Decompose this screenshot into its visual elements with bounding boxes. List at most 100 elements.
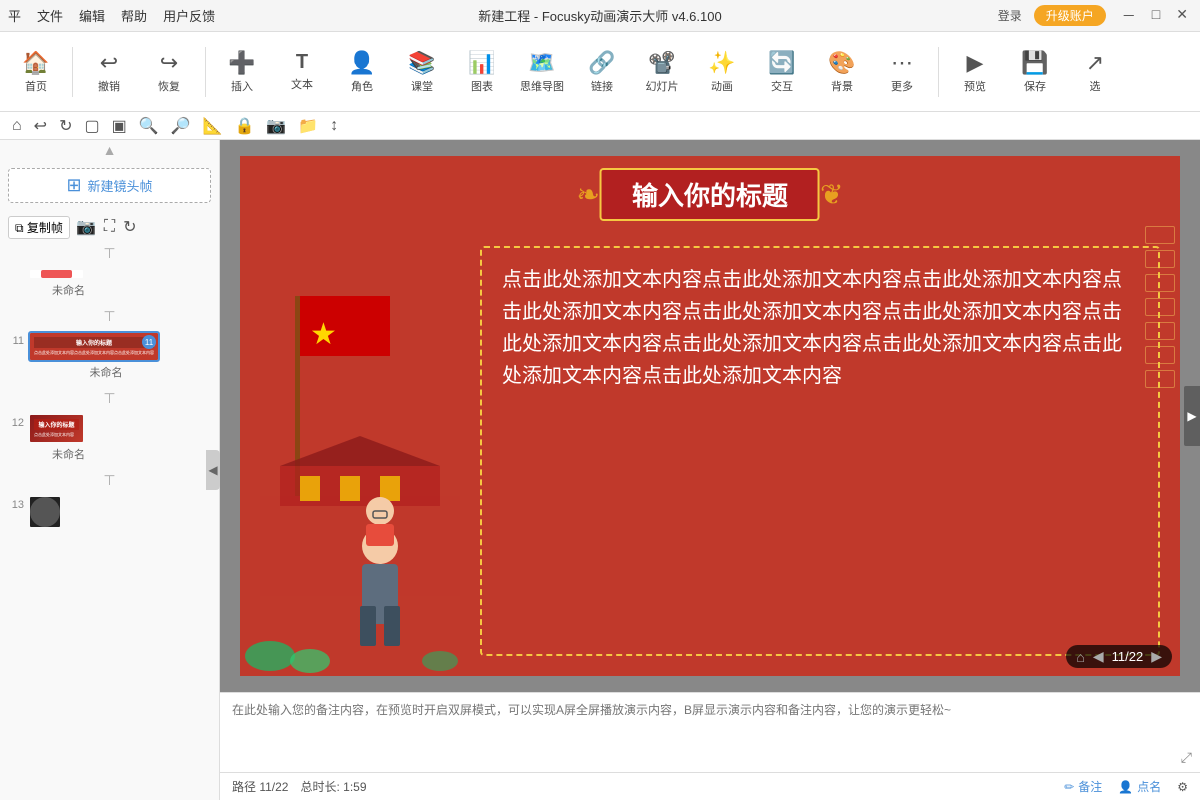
tool-background[interactable]: 🎨 背景 (814, 37, 870, 107)
tool-home[interactable]: 🏠 首页 (8, 37, 64, 107)
preview-icon: ▶ (967, 50, 984, 76)
page-number-text: 11/22 (1112, 649, 1144, 664)
toolbar-divider-2 (205, 47, 206, 97)
separator-icon-4: ⊤ (103, 472, 115, 489)
slide-number-11: 11 (4, 331, 24, 347)
close-button[interactable]: ✕ (1172, 6, 1192, 26)
tool-icon-fit[interactable]: ↕ (326, 115, 342, 137)
slide-item-10[interactable]: 未命名 (0, 264, 219, 306)
tool-select[interactable]: ↗ 选 (1067, 37, 1123, 107)
scroll-up-icon[interactable]: ▲ (103, 142, 117, 158)
frame-actions: ⧉ 复制帧 📷 ⛶ ↻ (0, 211, 219, 243)
tool-icon-frame2[interactable]: ▣ (108, 114, 131, 138)
tool-icon-zoom-in[interactable]: 🔍 (135, 114, 163, 138)
tool-more-label: 更多 (891, 78, 913, 94)
tool-text[interactable]: T 文本 (274, 37, 330, 107)
tool-animation-label: 动画 (711, 78, 733, 94)
slideshow-icon: 📽️ (648, 50, 675, 76)
new-frame-label: 新建镜头帧 (88, 176, 153, 195)
tool-icon-zoom-out[interactable]: 🔎 (167, 114, 195, 138)
slide-thumb-11[interactable]: 输入你的标题 点击此处添加文本内容点击此处添加文本内容点击此处添加文本内容 11 (28, 331, 160, 362)
menu-feedback[interactable]: 用户反馈 (163, 6, 215, 25)
copy-frame-button[interactable]: ⧉ 复制帧 (8, 216, 70, 239)
tool-animation[interactable]: ✨ 动画 (694, 37, 750, 107)
canvas-area: ❧ 输入你的标题 ❦ (220, 140, 1200, 692)
tool-preview-label: 预览 (964, 78, 986, 94)
mindmap-icon: 🗺️ (528, 50, 555, 76)
new-frame-button[interactable]: ⊞ 新建镜头帧 (8, 168, 211, 203)
undo-icon: ↩ (100, 50, 118, 76)
note-textarea[interactable] (220, 693, 1200, 772)
tool-icon-folder[interactable]: 📁 (294, 114, 322, 138)
tool-classroom[interactable]: 📚 课堂 (394, 37, 450, 107)
icon-toolbar: ⌂ ↩ ↻ ▢ ▣ 🔍 🔎 📐 🔒 📷 📁 ↕ (0, 112, 1200, 140)
slide-wrapper-11: 输入你的标题 点击此处添加文本内容点击此处添加文本内容点击此处添加文本内容 11… (28, 331, 160, 384)
link-icon: 🔗 (588, 50, 615, 76)
tool-icon-camera[interactable]: 📷 (262, 114, 290, 138)
menu-help[interactable]: 帮助 (121, 6, 147, 25)
page-home-icon[interactable]: ⌂ (1076, 649, 1084, 665)
upgrade-button[interactable]: 升级账户 (1034, 5, 1106, 26)
toolbar-divider-1 (72, 47, 73, 97)
slide11-badge: 11 (142, 335, 156, 349)
statusbar-settings-icon[interactable]: ⚙ (1177, 780, 1188, 794)
tool-slideshow-label: 幻灯片 (646, 78, 679, 94)
tool-preview[interactable]: ▶ 预览 (947, 37, 1003, 107)
slide-text-box[interactable]: 点击此处添加文本内容点击此处添加文本内容点击此处添加文本内容点击此处添加文本内容… (480, 246, 1160, 656)
tool-redo[interactable]: ↪ 恢复 (141, 37, 197, 107)
slide-thumb-13[interactable] (28, 495, 62, 529)
characters-svg: ★ (240, 216, 480, 676)
login-button[interactable]: 登录 (998, 7, 1022, 24)
slide-canvas[interactable]: ❧ 输入你的标题 ❦ (240, 156, 1180, 676)
tool-save[interactable]: 💾 保存 (1007, 37, 1063, 107)
slide-title-box[interactable]: 输入你的标题 (600, 168, 820, 221)
tool-character[interactable]: 👤 角色 (334, 37, 390, 107)
tool-link[interactable]: 🔗 链接 (574, 37, 630, 107)
slide-thumb-12[interactable]: 输入你的标题 点击此处添加文本内容 (28, 413, 85, 444)
tool-chart[interactable]: 📊 图表 (454, 37, 510, 107)
slide-wrapper-13 (28, 495, 62, 529)
maximize-button[interactable]: □ (1148, 6, 1164, 26)
note-button[interactable]: ✏ 备注 (1064, 778, 1102, 795)
page-next-button[interactable]: ▶ (1151, 648, 1162, 665)
tool-interact[interactable]: 🔄 交互 (754, 37, 810, 107)
collapse-panel-button[interactable]: ◀ (206, 450, 220, 490)
fullscreen-frame-btn[interactable]: ⛶ (102, 216, 117, 238)
note-icon: ✏ (1064, 780, 1074, 794)
tool-icon-redo[interactable]: ↻ (55, 114, 76, 138)
interact-icon: 🔄 (768, 50, 795, 76)
titlebar: 平 文件 编辑 帮助 用户反馈 新建工程 - Focusky动画演示大师 v4.… (0, 0, 1200, 32)
tool-undo[interactable]: ↩ 撤销 (81, 37, 137, 107)
note-expand-icon[interactable]: ⤢ (1181, 749, 1192, 766)
tool-icon-ruler[interactable]: 📐 (199, 114, 227, 138)
menu-ping[interactable]: 平 (8, 6, 21, 25)
tool-mindmap[interactable]: 🗺️ 思维导图 (514, 37, 570, 107)
slide-title-text: 输入你的标题 (632, 181, 788, 211)
rotate-frame-btn[interactable]: ↻ (121, 215, 138, 239)
slide-item-12[interactable]: 12 输入你的标题 点击此处添加文本内容 未命名 (0, 409, 219, 470)
menu-file[interactable]: 文件 (37, 6, 63, 25)
slide-item-13[interactable]: 13 (0, 491, 219, 533)
camera-frame-btn[interactable]: 📷 (74, 215, 98, 239)
tool-home-label: 首页 (25, 78, 47, 94)
menu-edit[interactable]: 编辑 (79, 6, 105, 25)
slide12-content: 点击此处添加文本内容 (34, 432, 79, 438)
tool-icon-lock[interactable]: 🔒 (231, 114, 259, 138)
minimize-button[interactable]: － (1118, 6, 1140, 26)
tool-icon-home[interactable]: ⌂ (8, 115, 26, 137)
tool-icon-frame1[interactable]: ▢ (80, 114, 103, 138)
page-prev-button[interactable]: ◀ (1093, 648, 1104, 665)
tool-slideshow[interactable]: 📽️ 幻灯片 (634, 37, 690, 107)
tool-more[interactable]: ⋯ 更多 (874, 37, 930, 107)
slide-item-11[interactable]: 11 输入你的标题 点击此处添加文本内容点击此处添加文本内容点击此处添加文本内容… (0, 327, 219, 388)
slide-thumb-10[interactable] (28, 268, 85, 280)
left-panel: ▲ ⊞ 新建镜头帧 ⧉ 复制帧 📷 ⛶ ↻ ⊤ (0, 140, 220, 800)
right-panel: ◀ ❧ 输入你的标题 ❦ (220, 140, 1200, 800)
slide10-bar (41, 270, 73, 278)
canvas-nav-right-button[interactable]: ▶ (1184, 386, 1200, 446)
tool-insert-label: 插入 (231, 78, 253, 94)
redo-icon: ↪ (160, 50, 178, 76)
tool-icon-undo[interactable]: ↩ (30, 114, 51, 138)
tool-insert[interactable]: ➕ 插入 (214, 37, 270, 107)
name-button[interactable]: 👤 点名 (1118, 778, 1161, 795)
